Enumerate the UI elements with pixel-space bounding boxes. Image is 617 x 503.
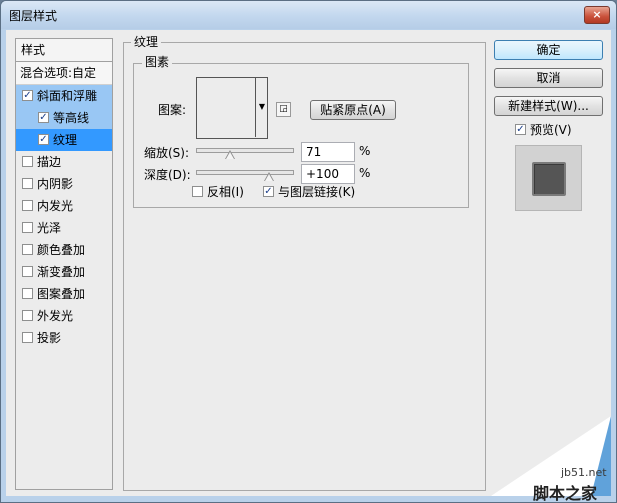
- pattern-dropdown-arrow-icon[interactable]: ▼: [255, 77, 268, 137]
- elements-group-title: 图素: [142, 55, 173, 69]
- style-item-label: 投影: [37, 331, 62, 345]
- invert-label[interactable]: 反相(I): [207, 183, 244, 200]
- style-item-label: 颜色叠加: [37, 243, 86, 257]
- style-item-texture[interactable]: ✓ 纹理: [16, 129, 112, 151]
- style-item-label: 渐变叠加: [37, 265, 86, 279]
- checkbox-color-overlay[interactable]: [22, 244, 33, 255]
- dialog-client-area: 样式 混合选项:自定 ✓ 斜面和浮雕 ✓ 等高线 ✓ 纹理 描边 内阴影 内发光…: [6, 30, 611, 502]
- style-item-label: 斜面和浮雕: [37, 89, 98, 103]
- watermark-text: 脚本之家: [533, 484, 598, 503]
- checkbox-drop-shadow[interactable]: [22, 332, 33, 343]
- preview-swatch: [532, 162, 566, 196]
- scale-input[interactable]: 71: [301, 142, 355, 162]
- pattern-label: 图案:: [158, 103, 187, 117]
- scale-label: 缩放(S):: [144, 146, 190, 160]
- link-with-layer-checkbox[interactable]: ✓: [263, 186, 274, 197]
- style-preview-thumbnail: [515, 145, 582, 211]
- styles-list: 样式 混合选项:自定 ✓ 斜面和浮雕 ✓ 等高线 ✓ 纹理 描边 内阴影 内发光…: [15, 38, 113, 490]
- checkbox-bevel-emboss[interactable]: ✓: [22, 90, 33, 101]
- style-item-label: 内阴影: [37, 177, 74, 191]
- preview-checkbox[interactable]: ✓: [515, 124, 526, 135]
- checkbox-inner-shadow[interactable]: [22, 178, 33, 189]
- checkbox-outer-glow[interactable]: [22, 310, 33, 321]
- style-item-inner-shadow[interactable]: 内阴影: [16, 173, 112, 195]
- title-bar[interactable]: 图层样式 ×: [1, 1, 616, 29]
- style-item-label: 等高线: [53, 111, 90, 125]
- window-title: 图层样式: [9, 9, 58, 23]
- cancel-button[interactable]: 取消: [494, 68, 603, 88]
- style-item-stroke[interactable]: 描边: [16, 151, 112, 173]
- scale-slider-thumb[interactable]: [225, 150, 235, 159]
- checkbox-pattern-overlay[interactable]: [22, 288, 33, 299]
- style-item-inner-glow[interactable]: 内发光: [16, 195, 112, 217]
- blend-options-item[interactable]: 混合选项:自定: [16, 62, 112, 85]
- invert-checkbox[interactable]: [192, 186, 203, 197]
- preview-label[interactable]: 预览(V): [530, 121, 572, 138]
- style-item-pattern-overlay[interactable]: 图案叠加: [16, 283, 112, 305]
- checkbox-texture[interactable]: ✓: [38, 134, 49, 145]
- new-preset-icon[interactable]: ◲: [276, 102, 291, 117]
- layer-style-dialog: 图层样式 × 样式 混合选项:自定 ✓ 斜面和浮雕 ✓ 等高线 ✓ 纹理 描边: [0, 0, 617, 503]
- style-item-label: 内发光: [37, 199, 74, 213]
- style-item-label: 图案叠加: [37, 287, 86, 301]
- depth-input[interactable]: +100: [301, 164, 355, 184]
- styles-list-header[interactable]: 样式: [16, 39, 112, 62]
- style-item-label: 外发光: [37, 309, 74, 323]
- depth-label: 深度(D):: [144, 168, 191, 182]
- depth-unit: %: [359, 166, 371, 180]
- new-style-button[interactable]: 新建样式(W)...: [494, 96, 603, 116]
- checkbox-stroke[interactable]: [22, 156, 33, 167]
- style-item-drop-shadow[interactable]: 投影: [16, 327, 112, 349]
- watermark-site: jb51.net: [561, 466, 607, 479]
- style-item-outer-glow[interactable]: 外发光: [16, 305, 112, 327]
- snap-to-origin-button[interactable]: 贴紧原点(A): [310, 100, 396, 120]
- style-item-bevel-emboss[interactable]: ✓ 斜面和浮雕: [16, 85, 112, 107]
- style-item-label: 纹理: [53, 133, 78, 147]
- texture-group-title: 纹理: [131, 35, 162, 49]
- style-item-gradient-overlay[interactable]: 渐变叠加: [16, 261, 112, 283]
- style-item-label: 光泽: [37, 221, 62, 235]
- checkbox-inner-glow[interactable]: [22, 200, 33, 211]
- link-with-layer-label[interactable]: 与图层链接(K): [278, 183, 355, 200]
- style-item-contour[interactable]: ✓ 等高线: [16, 107, 112, 129]
- close-icon: ×: [592, 8, 602, 21]
- style-item-color-overlay[interactable]: 颜色叠加: [16, 239, 112, 261]
- style-item-label: 描边: [37, 155, 62, 169]
- close-button[interactable]: ×: [584, 6, 610, 24]
- checkbox-satin[interactable]: [22, 222, 33, 233]
- depth-slider-thumb[interactable]: [264, 172, 274, 181]
- checkbox-gradient-overlay[interactable]: [22, 266, 33, 277]
- scale-unit: %: [359, 144, 371, 158]
- ok-button[interactable]: 确定: [494, 40, 603, 60]
- scale-slider-track[interactable]: [196, 148, 294, 153]
- style-item-satin[interactable]: 光泽: [16, 217, 112, 239]
- depth-slider-track[interactable]: [196, 170, 294, 175]
- checkbox-contour[interactable]: ✓: [38, 112, 49, 123]
